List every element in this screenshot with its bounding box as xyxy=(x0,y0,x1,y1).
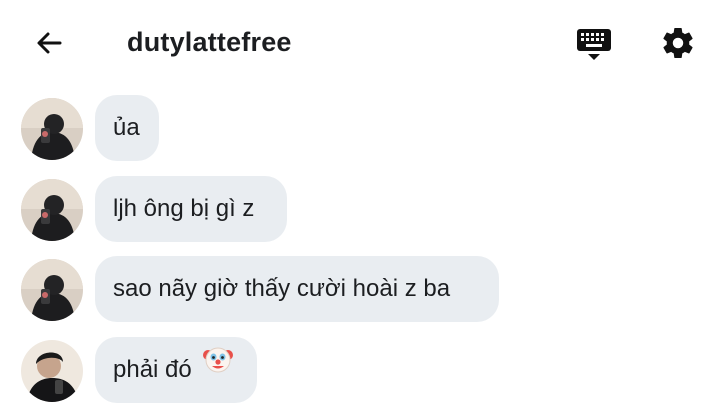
avatar[interactable] xyxy=(21,259,83,321)
keyboard-button[interactable] xyxy=(570,20,618,66)
message-bubble[interactable]: ủa xyxy=(95,95,159,161)
clown-face-icon xyxy=(202,335,234,401)
settings-button[interactable] xyxy=(654,20,702,66)
message-bubble[interactable]: sao nãy giờ thấy cười hoài z ba xyxy=(95,256,499,322)
message-text: ljh ông bị gì z xyxy=(113,195,255,222)
avatar[interactable] xyxy=(21,98,83,160)
gear-icon xyxy=(663,27,693,58)
avatar[interactable] xyxy=(21,179,83,241)
message-text: ủa xyxy=(113,114,140,141)
avatar-photo xyxy=(21,98,83,160)
message-bubble[interactable]: ljh ông bị gì z xyxy=(95,176,287,242)
back-button[interactable] xyxy=(26,22,72,64)
keyboard-icon xyxy=(577,29,611,60)
message-bubble[interactable]: phải đó xyxy=(95,337,257,403)
message-text: phải đó xyxy=(113,356,192,383)
chat-header: dutylattefree xyxy=(0,0,720,88)
chat-screen: dutylattefree ủa ljh ông bị gì z sao nãy… xyxy=(0,0,720,413)
avatar-photo-2 xyxy=(21,340,83,402)
arrow-left-icon xyxy=(37,32,62,54)
avatar-photo xyxy=(21,259,83,321)
chat-title: dutylattefree xyxy=(127,27,292,57)
avatar[interactable] xyxy=(21,340,83,402)
avatar-photo xyxy=(21,179,83,241)
message-text: sao nãy giờ thấy cười hoài z ba xyxy=(113,275,451,302)
